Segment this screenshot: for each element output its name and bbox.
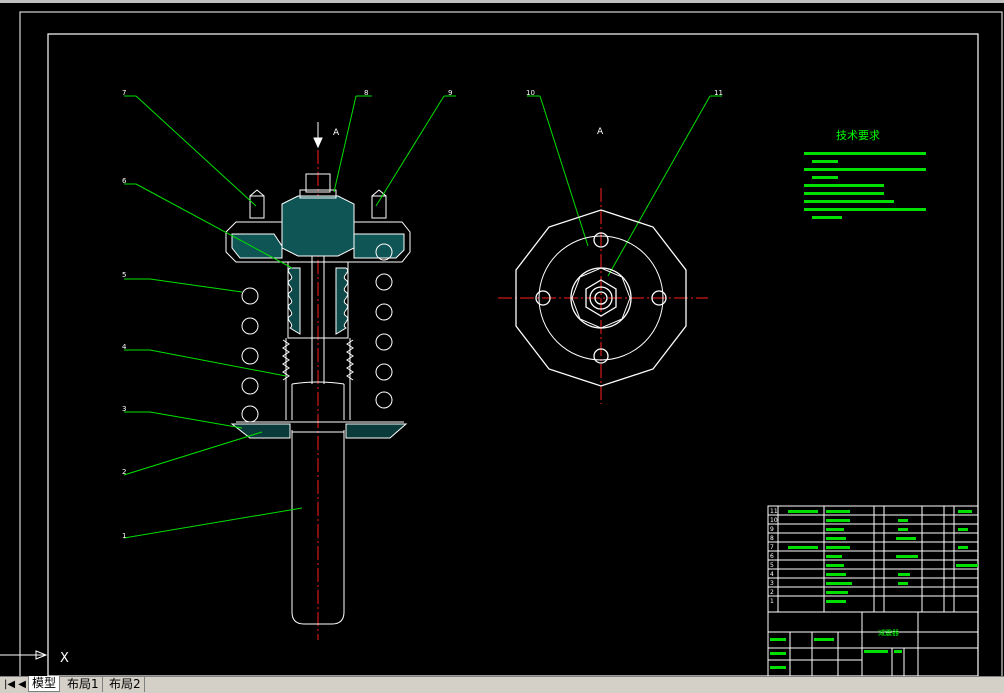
tab-layout2[interactable]: 布局2 <box>106 677 145 692</box>
leader-lines <box>123 95 722 539</box>
svg-text:1: 1 <box>770 598 774 605</box>
svg-text:6: 6 <box>770 553 774 560</box>
balloon-2: 2 <box>122 468 126 476</box>
top-view <box>498 188 708 404</box>
cad-drawing[interactable]: A 1 2 3 4 5 6 7 8 9 10 11 A 技术要求 11 10 9… <box>0 0 1004 676</box>
tech-requirements-text <box>804 152 926 219</box>
balloon-1: 1 <box>122 532 126 540</box>
balloon-6: 6 <box>122 177 127 185</box>
view-label-right: A <box>597 127 604 137</box>
svg-text:2: 2 <box>770 589 774 596</box>
title-block-row-numbers: 11 10 9 8 7 6 5 4 3 2 1 <box>770 508 778 605</box>
balloon-labels: 1 2 3 4 5 6 7 8 9 10 11 <box>122 89 723 540</box>
balloon-8: 8 <box>364 89 368 97</box>
ucs-icon <box>0 650 48 660</box>
tab-model[interactable]: 模型 <box>28 676 61 692</box>
shock-absorber-section <box>225 122 411 640</box>
tech-requirements-title: 技术要求 <box>836 129 880 142</box>
svg-text:11: 11 <box>770 508 778 515</box>
part-name: 减震器 <box>878 628 899 637</box>
svg-text:10: 10 <box>770 517 778 524</box>
svg-text:3: 3 <box>770 580 774 587</box>
layout-tab-bar: |◀ ◀ ▶ ▶| 模型 布局1 布局2 <box>0 676 1004 693</box>
balloon-5: 5 <box>122 271 126 279</box>
svg-text:8: 8 <box>770 535 774 542</box>
svg-text:4: 4 <box>770 571 774 578</box>
tab-layout1[interactable]: 布局1 <box>64 677 103 692</box>
balloon-3: 3 <box>122 405 126 413</box>
svg-text:9: 9 <box>770 526 774 533</box>
view-label-left: A <box>333 128 340 138</box>
balloon-10: 10 <box>526 89 535 97</box>
ucs-label: X <box>60 651 69 666</box>
outer-border <box>19 11 1003 676</box>
svg-text:7: 7 <box>770 544 774 551</box>
balloon-11: 11 <box>714 89 723 97</box>
balloon-9: 9 <box>448 89 452 97</box>
balloon-4: 4 <box>122 343 127 351</box>
svg-text:5: 5 <box>770 562 774 569</box>
balloon-7: 7 <box>122 89 126 97</box>
drawing-canvas[interactable]: A 1 2 3 4 5 6 7 8 9 10 11 A 技术要求 11 10 9… <box>0 0 1004 676</box>
